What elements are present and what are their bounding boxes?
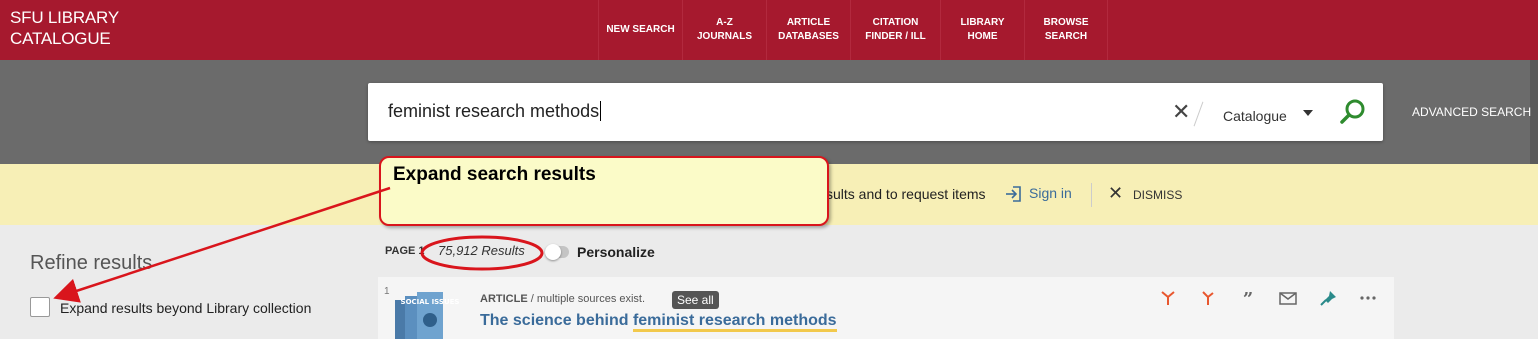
expand-results-checkbox[interactable] — [30, 297, 50, 317]
result-number: 1 — [384, 286, 390, 297]
search-box: feminist research methods ✕ Catalogue — [368, 83, 1383, 141]
cite-icon[interactable] — [1198, 290, 1218, 306]
more-icon[interactable] — [1358, 290, 1378, 306]
advanced-search-link[interactable]: ADVANCED SEARCH — [1412, 105, 1531, 119]
brand-line-2: CATALOGUE — [10, 29, 111, 48]
dismiss-button[interactable]: DISMISS — [1133, 188, 1182, 202]
sign-in-icon[interactable] — [1004, 184, 1024, 204]
scope-select[interactable]: Catalogue — [1223, 108, 1287, 124]
nav-article-databases[interactable]: ARTICLE DATABASES — [766, 0, 850, 60]
annotation-callout: Expand search results — [379, 156, 829, 226]
results-count: 75,912 Results — [438, 243, 525, 258]
search-input[interactable]: feminist research methods — [388, 101, 602, 122]
close-icon[interactable]: ✕ — [1108, 183, 1123, 204]
expand-results-label[interactable]: Expand results beyond Library collection — [60, 300, 311, 316]
page-indicator: PAGE 1 — [385, 245, 425, 257]
notice-text: sults and to request items — [826, 186, 986, 202]
book-cover-thumbnail[interactable]: SOCIAL ISSUES — [393, 292, 465, 339]
annotation-callout-text: Expand search results — [393, 164, 596, 185]
result-title-link[interactable]: The science behind feminist research met… — [480, 312, 837, 332]
svg-text:”: ” — [1243, 290, 1253, 306]
text-caret — [600, 101, 602, 121]
toggle-knob — [545, 244, 561, 260]
main-nav: NEW SEARCH A-Z JOURNALS ARTICLE DATABASES … — [598, 0, 1108, 60]
refine-results-heading: Refine results — [30, 252, 153, 274]
divider — [1091, 183, 1092, 207]
nav-library-home[interactable]: LIBRARY HOME — [940, 0, 1024, 60]
divider — [1193, 101, 1204, 127]
brand-line-1: SFU LIBRARY — [10, 8, 119, 27]
personalize-label[interactable]: Personalize — [577, 244, 655, 260]
sign-in-link[interactable]: Sign in — [1029, 185, 1072, 201]
nav-citation-finder[interactable]: CITATION FINDER / ILL — [850, 0, 940, 60]
pin-icon[interactable] — [1318, 290, 1338, 306]
thumb-text: SOCIAL ISSUES — [401, 298, 460, 306]
personalize-toggle[interactable] — [545, 244, 569, 260]
share-icon[interactable] — [1158, 290, 1178, 306]
top-navigation-bar: SFU LIBRARY CATALOGUE NEW SEARCH A-Z JOUR… — [0, 0, 1538, 60]
nav-browse-search[interactable]: BROWSE SEARCH — [1024, 0, 1108, 60]
close-icon[interactable]: ✕ — [1172, 99, 1190, 125]
nav-new-search[interactable]: NEW SEARCH — [598, 0, 682, 60]
magnifier-icon[interactable] — [1338, 97, 1368, 127]
email-icon[interactable] — [1278, 290, 1298, 306]
library-logo[interactable]: SFU LIBRARY CATALOGUE — [10, 7, 119, 49]
nav-az-journals[interactable]: A-Z JOURNALS — [682, 0, 766, 60]
result-type: ARTICLE / multiple sources exist. — [480, 293, 646, 305]
see-all-button[interactable]: See all — [672, 291, 719, 309]
quote-icon[interactable]: ” — [1238, 290, 1258, 306]
chevron-down-icon[interactable] — [1303, 110, 1313, 116]
